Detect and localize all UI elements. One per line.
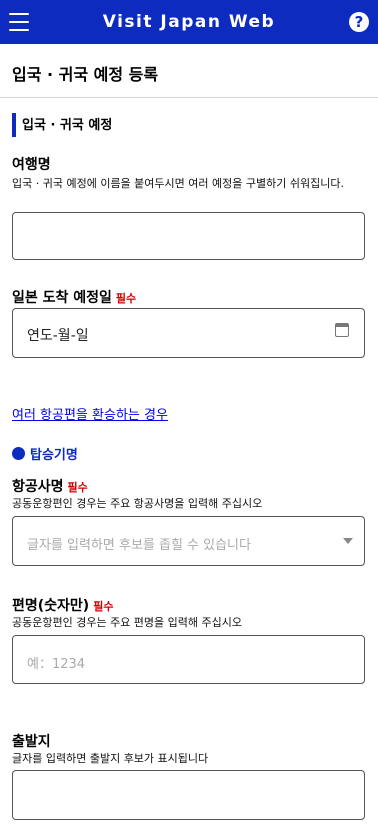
airline-combobox[interactable]: 글자를 입력하면 후보를 좁힐 수 있습니다 — [12, 516, 365, 566]
airline-label: 항공사명 필수 — [12, 479, 88, 495]
trip-name-description: 입국 · 귀국 예정에 이름을 붙여두시면 여러 예정을 구별하기 쉬워집니다. — [12, 177, 344, 190]
flight-number-description: 공동운항편인 경우는 주요 편명을 입력해 주십시오 — [12, 616, 243, 629]
app-title: Visit Japan Web — [102, 12, 276, 32]
required-badge: 필수 — [93, 600, 114, 613]
airline-description: 공동운항편인 경우는 주요 항공사명을 입력해 주십시오 — [12, 497, 263, 510]
calendar-icon[interactable] — [335, 323, 349, 337]
flight-number-input[interactable]: 예：1234 — [12, 635, 365, 684]
dropdown-caret-icon[interactable] — [343, 538, 353, 544]
departure-description: 글자를 입력하면 출발지 후보가 표시됩니다 — [12, 752, 209, 765]
required-badge: 필수 — [115, 292, 137, 305]
departure-input[interactable] — [12, 770, 365, 820]
arrival-date-value: 연도-월-일 — [27, 328, 89, 344]
top-app-bar: Visit Japan Web ? — [0, 0, 378, 44]
trip-name-label: 여행명 — [12, 157, 51, 173]
arrival-date-label: 일본 도착 예정일 필수 — [12, 290, 137, 306]
page-title: 입국 · 귀국 예정 등록 — [12, 65, 159, 84]
divider — [0, 97, 378, 98]
bullet-dot-icon — [12, 447, 25, 460]
multi-flight-link[interactable]: 여러 항공편을 환승하는 경우 — [12, 404, 168, 423]
flight-section-heading: 탑승기명 — [12, 444, 78, 463]
section-heading: 입국 · 귀국 예정 — [12, 113, 112, 137]
arrival-date-input[interactable]: 연도-월-일 — [12, 308, 365, 358]
help-icon[interactable]: ? — [349, 12, 369, 32]
departure-label: 출발지 — [12, 734, 51, 750]
airline-placeholder: 글자를 입력하면 후보를 좁힐 수 있습니다 — [27, 538, 251, 553]
trip-name-input[interactable] — [12, 212, 365, 260]
hamburger-menu-icon[interactable] — [9, 13, 29, 31]
flight-number-placeholder: 예：1234 — [27, 657, 86, 672]
required-badge: 필수 — [67, 481, 88, 494]
flight-number-label: 편명(숫자만) 필수 — [12, 598, 114, 614]
